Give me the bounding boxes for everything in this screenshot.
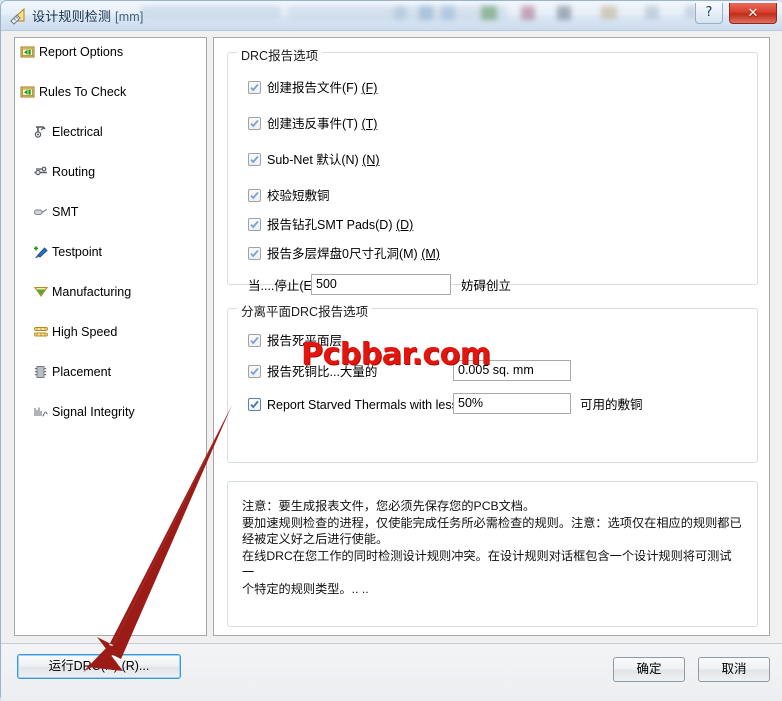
checkbox-box[interactable] (248, 81, 261, 94)
signal-integrity-icon (33, 404, 49, 420)
manufacturing-icon (33, 284, 49, 300)
ghost-icon-4 (481, 6, 497, 20)
note-box: 注意：要生成报表文件，您必须先保存您的PCB文档。 要加速规则检查的进程，仅使能… (227, 481, 758, 627)
ghost-icon-6 (557, 6, 571, 20)
checkbox-box[interactable] (248, 117, 261, 130)
checkbox-box[interactable] (248, 334, 261, 347)
mnemonic: (N) (362, 153, 380, 167)
stop-after-input[interactable]: 500 (311, 274, 451, 295)
stop-after-label: 当....停止(E (248, 279, 312, 293)
checkbox-box[interactable] (248, 153, 261, 166)
window-title-unit: [mm] (115, 10, 144, 24)
title-bar: 设计规则检测 [mm] ? ✕ (1, 1, 782, 30)
cancel-button[interactable]: 取消 (698, 657, 770, 682)
tree-item-testpoint[interactable]: Testpoint (15, 242, 206, 262)
note-line: 经被定义好之后进行使能。 (242, 532, 389, 546)
tree-item-routing[interactable]: Routing (15, 162, 206, 182)
tree-item-report-options[interactable]: Report Options (15, 42, 206, 62)
tree-item-label: Manufacturing (52, 285, 132, 299)
group-title: 分离平面DRC报告选项 (237, 301, 373, 320)
mnemonic: (D) (395, 218, 414, 232)
electrical-icon (33, 124, 49, 140)
starved-thermals-percent-input[interactable]: 50% (453, 393, 571, 414)
mnemonic: (F) (361, 81, 378, 95)
ghost-icon-7 (601, 6, 617, 19)
report-options-icon (20, 44, 36, 60)
mnemonic: (T) (361, 117, 378, 131)
mnemonic: (M) (421, 247, 440, 261)
high-speed-icon (33, 324, 49, 340)
tree-item-label: Report Options (39, 45, 124, 59)
note-line: 要加速规则检查的进程，仅使能完成任务所必需检查的规则。注意：选项仅在相应的规则都… (242, 515, 742, 530)
routing-icon (33, 164, 49, 180)
tree-item-label: Electrical (52, 125, 103, 139)
tree-item-smt[interactable]: SMT (15, 202, 206, 222)
tree-item-high-speed[interactable]: High Speed (15, 322, 206, 342)
window-title: 设计规则检测 [mm] (32, 6, 144, 25)
ghost-icon-2 (419, 6, 433, 20)
ghost-icon-1 (393, 6, 407, 20)
placement-icon (33, 364, 49, 380)
tree-item-signal-integrity[interactable]: Signal Integrity (15, 402, 206, 422)
tree-item-label: Routing (52, 165, 96, 179)
checkbox-label: 报告钻孔SMT Pads(D) (D) (267, 218, 414, 232)
note-line: 个特定的规则类型。.. .. (242, 581, 369, 596)
checkbox-label: Report Starved Thermals with less than (267, 398, 470, 412)
options-pane: DRC报告选项 创建报告文件(F) (F) 创建违反事件(T) (T) Sub-… (213, 37, 770, 636)
checkbox-label: 报告多层焊盘0尺寸孔洞(M) (M) (267, 247, 440, 261)
tree-item-rules-to-check[interactable]: Rules To Check (15, 82, 206, 102)
checkbox-box[interactable] (248, 247, 261, 260)
smt-icon (33, 204, 49, 220)
ok-button[interactable]: 确定 (613, 657, 685, 682)
tree-item-electrical[interactable]: Electrical (15, 122, 206, 142)
group-title: DRC报告选项 (237, 45, 323, 64)
checkbox-label: 创建报告文件(F) (F) (267, 81, 378, 95)
ghost-icon-8 (645, 6, 659, 19)
rules-tree-panel[interactable]: Report Options Rules To Check Electrical… (14, 37, 207, 636)
tree-item-manufacturing[interactable]: Manufacturing (15, 282, 206, 302)
checkbox-label: 创建违反事件(T) (T) (267, 117, 378, 131)
window-title-text: 设计规则检测 (32, 9, 112, 24)
checkbox-box[interactable] (248, 398, 261, 411)
rules-to-check-icon (20, 84, 36, 100)
drc-report-options-group: DRC报告选项 创建报告文件(F) (F) 创建违反事件(T) (T) Sub-… (227, 45, 758, 295)
ruler-triangle-icon (9, 7, 27, 25)
close-button[interactable]: ✕ (729, 3, 777, 24)
watermark: Pcbbar.com (301, 337, 491, 372)
ghost-icon-5 (521, 6, 535, 20)
split-plane-drc-group: 分离平面DRC报告选项 报告死平面层. 报告死铜比...大量的 0.005 sq… (227, 301, 758, 463)
checkbox-box[interactable] (248, 189, 261, 202)
checkbox-box[interactable] (248, 218, 261, 231)
run-drc-button[interactable]: 运行DRC(R) (R)... (17, 654, 181, 679)
tree-item-label: SMT (52, 205, 79, 219)
tree-item-placement[interactable]: Placement (15, 362, 206, 382)
help-button[interactable]: ? (695, 3, 723, 24)
tree-item-label: Signal Integrity (52, 405, 135, 419)
dialog-window: 设计规则检测 [mm] ? ✕ Report Options Rules To … (0, 0, 782, 701)
checkbox-box[interactable] (248, 365, 261, 378)
ghost-icon-3 (441, 6, 455, 20)
tree-item-label: Rules To Check (39, 85, 127, 99)
stop-after-suffix-label: 妨碍创立 (461, 279, 512, 293)
checkbox-label: Sub-Net 默认(N) (N) (267, 153, 380, 167)
ghost-path-text (141, 6, 281, 19)
tree-item-label: Testpoint (52, 245, 103, 259)
tree-item-label: High Speed (52, 325, 118, 339)
note-line: 注意：要生成报表文件，您必须先保存您的PCB文档。 (242, 499, 536, 513)
tree-item-label: Placement (52, 365, 112, 379)
note-line: 在线DRC在您工作的同时检测设计规则冲突。在设计规则对话框包含一个设计规则将可测… (242, 548, 732, 580)
starved-thermals-suffix-label: 可用的敷铜 (580, 398, 643, 412)
checkbox-label: 校验短敷铜 (267, 189, 330, 203)
testpoint-icon (33, 244, 49, 260)
